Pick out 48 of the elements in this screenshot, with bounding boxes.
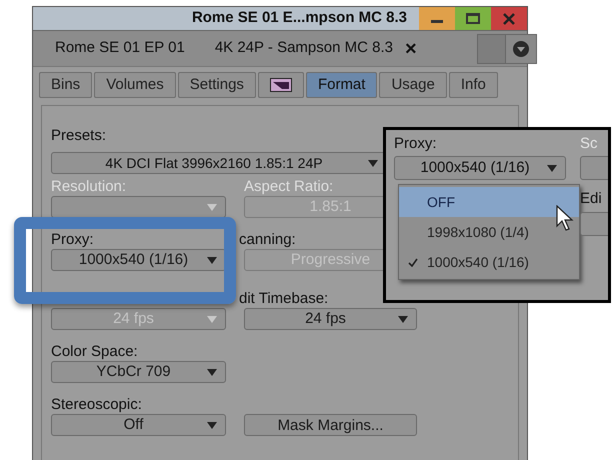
monitor-icon xyxy=(270,78,292,92)
dropdown-arrow-icon xyxy=(207,368,217,376)
dropdown[interactable]: Off xyxy=(51,414,226,436)
document-tab[interactable]: Rome SE 01 EP 01 xyxy=(55,37,185,60)
maximize-icon xyxy=(466,13,480,24)
close-button[interactable] xyxy=(491,7,527,30)
minimize-icon xyxy=(431,20,443,23)
close-tab-button[interactable]: × xyxy=(404,38,417,58)
field-label: dit Timebase: xyxy=(239,289,328,308)
mask-margins-button[interactable]: Mask Margins... xyxy=(244,414,417,436)
dropdown-arrow-icon xyxy=(368,160,378,166)
tab[interactable]: Info xyxy=(448,72,498,98)
field-label: Presets: xyxy=(51,127,106,145)
tab[interactable]: Bins xyxy=(39,72,92,98)
icon-tab[interactable] xyxy=(258,72,304,98)
dropdown-arrow-icon xyxy=(547,164,557,172)
menu-item[interactable]: 1998x1080 (1/4) xyxy=(399,217,579,247)
menu-item[interactable]: OFF xyxy=(399,187,579,217)
minimize-button[interactable] xyxy=(419,7,455,30)
dropdown-arrow-icon xyxy=(207,256,217,264)
tab[interactable]: Settings xyxy=(178,72,256,98)
field-label: Aspect Ratio: xyxy=(244,177,334,196)
tab[interactable]: Usage xyxy=(379,72,447,98)
cursor-icon xyxy=(556,205,574,231)
dropdown[interactable]: 1000x540 (1/16) xyxy=(51,249,226,271)
close-icon xyxy=(503,12,515,24)
tab[interactable]: Format xyxy=(306,72,378,98)
read-only-field xyxy=(580,156,608,180)
field-label: Resolution: xyxy=(51,177,126,196)
proxy-dropdown[interactable]: 1000x540 (1/16) xyxy=(394,156,566,180)
dropdown-arrow-icon xyxy=(207,422,217,428)
dropdown-arrow-icon xyxy=(207,204,217,210)
field-label: Stereoscopic: xyxy=(51,395,142,414)
dropdown-arrow-icon xyxy=(398,316,408,322)
dropdown[interactable]: 24 fps xyxy=(244,308,417,330)
maximize-button[interactable] xyxy=(455,7,491,30)
field-label: Sc xyxy=(580,135,599,153)
dropdown-circle-icon xyxy=(512,40,529,56)
window-title: Rome SE 01 E...mpson MC 8.3 xyxy=(190,8,408,28)
dropdown[interactable]: YCbCr 709 xyxy=(51,361,226,383)
document-tab[interactable]: 4K 24P - Sampson MC 8.3 xyxy=(214,37,393,60)
field-label: Proxy: xyxy=(51,230,94,249)
field-label: Proxy: xyxy=(394,135,438,153)
field-label: Edi xyxy=(580,190,603,208)
tab[interactable]: Volumes xyxy=(94,72,176,98)
field-label: Color Space: xyxy=(51,342,138,361)
field-label: canning: xyxy=(239,230,296,249)
dropdown-arrow-icon xyxy=(207,316,217,322)
